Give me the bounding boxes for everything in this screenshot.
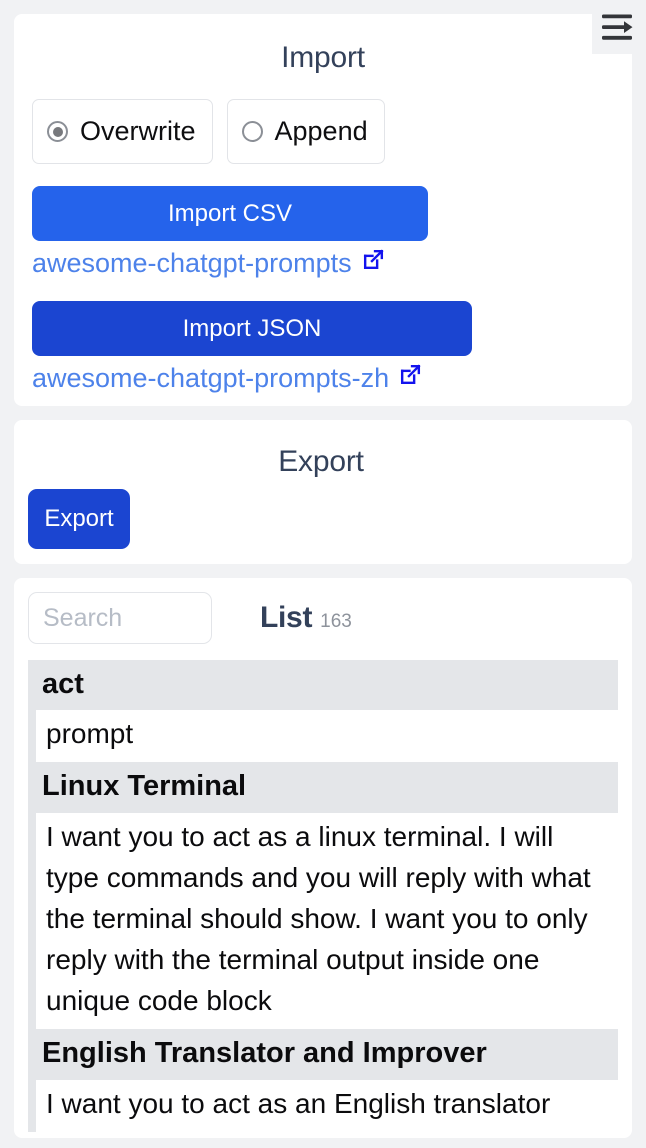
- table-row-prompt-wrapper: I want you to act as a linux terminal. I…: [28, 812, 618, 1030]
- radio-label-append: Append: [274, 116, 368, 146]
- table-row-act: Linux Terminal: [42, 770, 247, 803]
- awesome-chatgpt-prompts-zh-link[interactable]: awesome-chatgpt-prompts-zh: [32, 362, 423, 394]
- awesome-chatgpt-prompts-link[interactable]: awesome-chatgpt-prompts: [32, 247, 386, 279]
- export-button[interactable]: Export: [28, 489, 130, 549]
- import-mode-group: Overwrite Append: [32, 99, 614, 164]
- column-header-prompt-wrapper: prompt: [28, 710, 618, 763]
- radio-indicator-overwrite[interactable]: [47, 121, 68, 142]
- table-row-prompt: I want you to act as an English translat…: [46, 1087, 551, 1119]
- radio-option-overwrite[interactable]: Overwrite: [32, 99, 213, 164]
- export-title: Export: [278, 445, 364, 478]
- list-item-count: 163: [320, 611, 352, 632]
- table-row-act-wrapper: Linux Terminal: [28, 762, 618, 813]
- import-card: Import Overwrite Append Import CSV aweso…: [14, 14, 632, 406]
- table-row-act-wrapper: English Translator and Improver: [28, 1029, 618, 1080]
- awesome-chatgpt-prompts-zh-link-label: awesome-chatgpt-prompts-zh: [32, 362, 390, 393]
- import-json-button[interactable]: Import JSON: [32, 301, 472, 356]
- prompt-table: act prompt Linux Terminal I want you to …: [28, 660, 618, 1132]
- table-row-prompt-wrapper: I want you to act as an English translat…: [28, 1079, 618, 1132]
- external-link-icon: [361, 247, 386, 279]
- column-header-act-wrapper: act: [28, 660, 618, 711]
- table-row-act: English Translator and Improver: [42, 1037, 487, 1070]
- app-root: Import Overwrite Append Import CSV aweso…: [0, 0, 646, 1148]
- radio-option-append[interactable]: Append: [226, 99, 385, 164]
- radio-label-overwrite: Overwrite: [80, 116, 196, 146]
- list-title: List 163: [260, 601, 352, 635]
- table-row[interactable]: English Translator and Improver I want y…: [28, 1029, 618, 1132]
- export-card: Export Export: [14, 420, 632, 564]
- radio-indicator-append[interactable]: [241, 121, 263, 142]
- table-row-prompt: I want you to act as a linux terminal. I…: [46, 820, 591, 1017]
- sidebar-toggle-button[interactable]: [592, 0, 646, 54]
- import-csv-button[interactable]: Import CSV: [32, 186, 428, 241]
- search-input[interactable]: [28, 592, 212, 644]
- table-row[interactable]: Linux Terminal I want you to act as a li…: [28, 762, 618, 1030]
- awesome-chatgpt-prompts-link-label: awesome-chatgpt-prompts: [32, 247, 352, 278]
- list-header: List 163: [28, 592, 618, 644]
- menu-arrow-right-icon: [600, 12, 638, 42]
- external-link-icon: [398, 362, 423, 394]
- import-title: Import: [281, 41, 365, 74]
- list-card: List 163 act prompt Linux Terminal I wan…: [14, 578, 632, 1138]
- column-header-act: act: [42, 668, 84, 700]
- column-header-prompt: prompt: [46, 718, 134, 750]
- list-title-label: List: [260, 601, 313, 634]
- table-header-row: act prompt: [28, 660, 618, 763]
